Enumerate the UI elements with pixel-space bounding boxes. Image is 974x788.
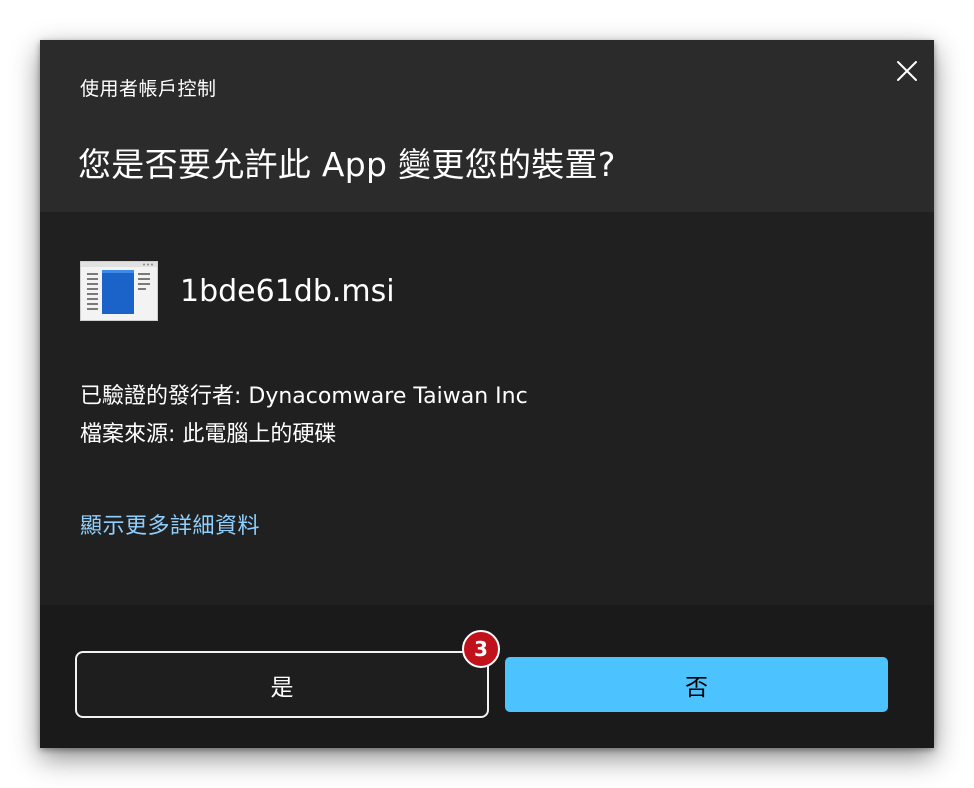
file-origin-info: 檔案來源: 此電腦上的硬碟 <box>80 422 337 447</box>
dialog-header <box>40 40 934 212</box>
no-button[interactable]: 否 <box>505 657 888 712</box>
close-button[interactable] <box>890 54 924 88</box>
dialog-question: 您是否要允許此 App 變更您的裝置? <box>78 145 616 184</box>
publisher-info: 已驗證的發行者: Dynacomware Taiwan Inc <box>80 384 528 409</box>
yes-button[interactable]: 是 <box>75 651 489 718</box>
show-more-details-link[interactable]: 顯示更多詳細資料 <box>80 508 260 540</box>
close-icon <box>897 61 917 81</box>
step-badge: 3 <box>462 630 500 668</box>
dialog-title: 使用者帳戶控制 <box>80 78 217 100</box>
installer-file-icon <box>80 261 158 321</box>
file-name: 1bde61db.msi <box>180 274 395 309</box>
